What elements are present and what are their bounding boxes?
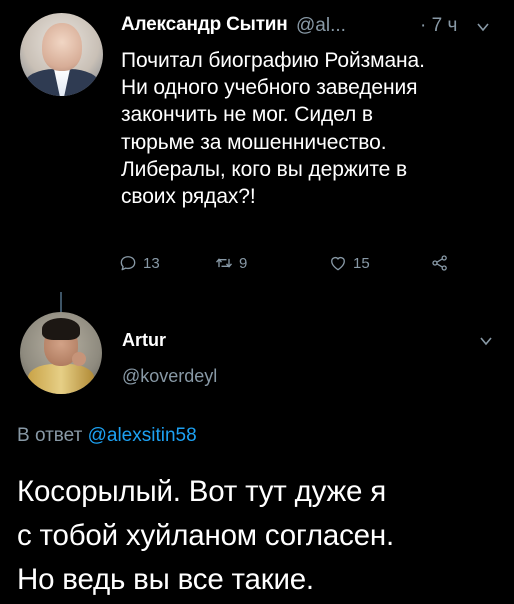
retweet-button[interactable]: 9 bbox=[214, 251, 247, 275]
reply-author-avatar[interactable] bbox=[20, 312, 102, 394]
retweet-count: 9 bbox=[239, 254, 248, 272]
thread-connector bbox=[60, 292, 62, 312]
tweet-text-line: закончить не мог. Сидел в bbox=[121, 103, 373, 127]
tweet-text-line: тюрьме за мошенничество. bbox=[121, 130, 387, 154]
reply-author-name[interactable]: Artur bbox=[122, 330, 166, 351]
avatar-hand bbox=[72, 352, 86, 366]
author-handle[interactable]: @al... bbox=[296, 15, 346, 37]
reply-text-line: Косорылый. Вот тут дуже я bbox=[17, 475, 387, 508]
like-count: 15 bbox=[353, 254, 370, 272]
chevron-down-icon[interactable] bbox=[476, 20, 490, 34]
author-name[interactable]: Александр Сытин bbox=[121, 14, 288, 36]
reply-text-line: с тобой хуйланом согласен. bbox=[17, 519, 394, 552]
tweet-text-line: Почитал биографию Ройзмана. bbox=[121, 49, 425, 72]
tweet-text-line: Ни одного учебного заведения bbox=[121, 76, 418, 100]
share-icon bbox=[432, 255, 447, 271]
chevron-down-icon[interactable] bbox=[479, 334, 493, 348]
reply-icon bbox=[120, 256, 136, 271]
reply-text: Косорылый. Вот тут дуже я с тобой хуйлан… bbox=[17, 470, 507, 602]
reply-author-handle[interactable]: @koverdeyl bbox=[122, 366, 217, 387]
reply-text-line: Но ведь вы все такие. bbox=[17, 563, 314, 596]
replying-to: В ответ @alexsitin58 bbox=[17, 425, 197, 447]
reply-count: 13 bbox=[143, 254, 160, 272]
author-avatar[interactable] bbox=[20, 13, 103, 96]
like-icon bbox=[331, 257, 345, 271]
avatar-hair bbox=[42, 318, 80, 340]
avatar-costume bbox=[28, 364, 94, 394]
retweet-icon bbox=[215, 258, 233, 268]
tweet-text: Почитал биографию Ройзмана. Ни одного уч… bbox=[121, 47, 501, 210]
reply-button[interactable]: 13 bbox=[118, 251, 160, 275]
like-button[interactable]: 15 bbox=[328, 251, 370, 275]
tweet-timestamp[interactable]: · 7 ч bbox=[420, 15, 457, 37]
share-button[interactable] bbox=[430, 251, 450, 275]
tweet-text-line: своих рядах?! bbox=[121, 185, 256, 209]
tweet-text-line: Либералы, кого вы держите в bbox=[121, 157, 407, 181]
avatar-head bbox=[42, 23, 82, 71]
replying-to-mention[interactable]: @alexsitin58 bbox=[88, 425, 197, 446]
replying-to-prefix: В ответ bbox=[17, 425, 83, 446]
